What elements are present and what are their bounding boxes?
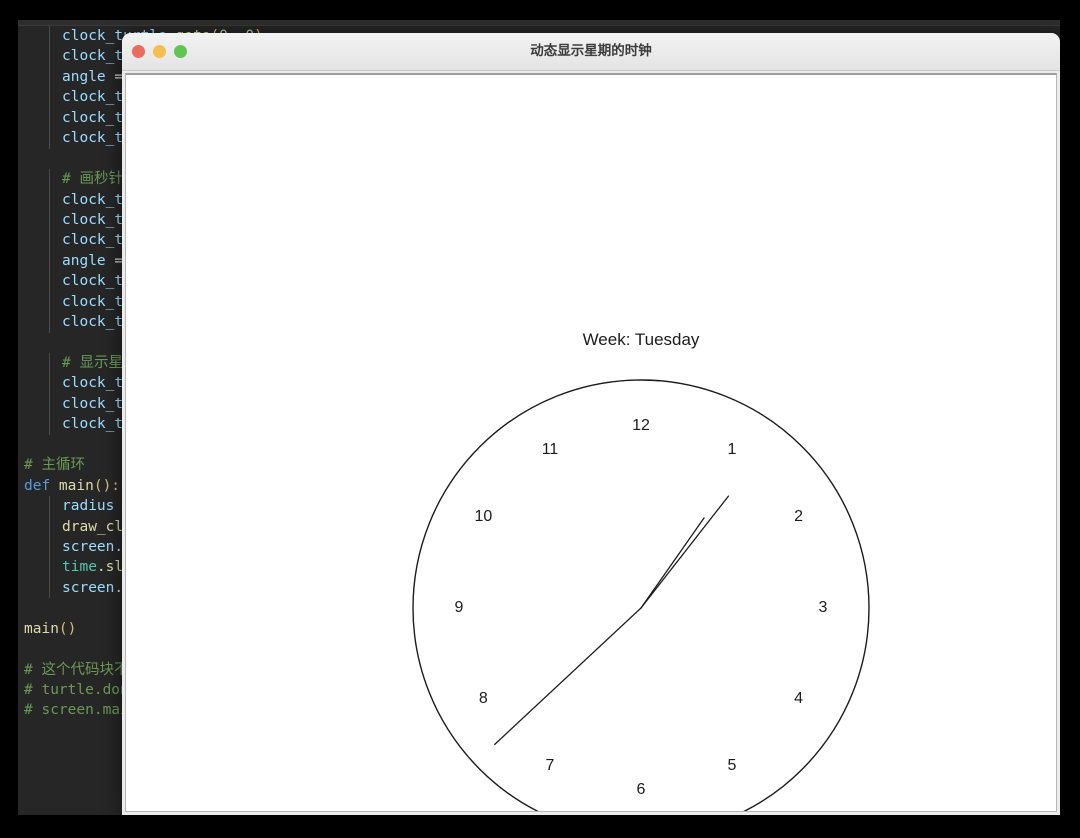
- clock-numeral-4: 4: [794, 690, 804, 707]
- code-token: # 画秒针: [62, 171, 123, 188]
- clock-numeral-6: 6: [636, 781, 646, 798]
- indent-guide: [49, 353, 50, 374]
- code-token: angle: [62, 252, 115, 269]
- indent-guide: [49, 209, 50, 231]
- indent-guide: [49, 87, 50, 108]
- clock-numeral-8: 8: [478, 690, 488, 707]
- clock-numeral-12: 12: [632, 417, 650, 434]
- minute-hand: [640, 495, 730, 609]
- clock-numeral-9: 9: [454, 599, 464, 616]
- clock-dial-circle: [412, 379, 870, 811]
- indent-guide: [49, 26, 50, 47]
- code-token: main: [58, 477, 94, 494]
- indent-guide: [49, 66, 50, 88]
- indent-guide: [49, 271, 50, 292]
- code-token: def: [24, 477, 59, 494]
- clock-numeral-7: 7: [545, 756, 555, 774]
- indent-guide: [49, 291, 50, 313]
- indent-guide: [49, 312, 50, 333]
- clock-group: [412, 379, 870, 811]
- clock-numeral-10: 10: [474, 508, 493, 525]
- code-token: screen: [62, 579, 115, 596]
- window-title: 动态显示星期的时钟: [530, 43, 652, 59]
- clock-numeral-11: 11: [541, 441, 559, 459]
- indent-guide: [49, 128, 50, 149]
- desktop-screen: clock_turtle.goto(0, 0)clock_turtle.seth…: [0, 0, 1080, 838]
- indent-guide: [49, 169, 50, 190]
- indent-guide: [49, 516, 50, 537]
- week-label: Week: Tuesday: [582, 330, 700, 349]
- indent-guide: [49, 577, 50, 599]
- indent-guide: [49, 496, 50, 517]
- window-titlebar[interactable]: 动态显示星期的时钟: [122, 33, 1060, 71]
- code-token: main: [24, 620, 59, 637]
- hour-hand: [640, 517, 705, 609]
- indent-guide: [49, 393, 50, 415]
- indent-guide: [49, 189, 50, 210]
- clock-numeral-3: 3: [818, 599, 828, 616]
- turtle-canvas-frame: Week: Tuesday 12 1 2 3 4 5 6 7 8 9 10 11: [125, 73, 1057, 812]
- clock-numeral-2: 2: [794, 508, 804, 525]
- clock-numeral-5: 5: [727, 756, 737, 774]
- indent-guide: [49, 250, 50, 272]
- code-token: ():: [93, 477, 121, 494]
- clock-numeral-1: 1: [727, 441, 737, 459]
- indent-guide: [49, 414, 50, 435]
- second-hand: [494, 607, 642, 746]
- code-token: time: [62, 559, 97, 576]
- indent-guide: [49, 107, 50, 129]
- indent-guide: [49, 46, 50, 67]
- indent-guide: [49, 373, 50, 394]
- indent-guide: [49, 557, 50, 578]
- code-token: angle: [62, 68, 115, 85]
- code-token: (): [58, 620, 77, 637]
- indent-guide: [49, 230, 50, 251]
- code-token: # 主循环: [24, 457, 85, 474]
- indent-guide: [49, 536, 50, 558]
- code-token: radius: [62, 498, 124, 515]
- code-token: .: [96, 559, 106, 576]
- code-token: screen: [62, 538, 115, 555]
- turtle-graphics-window[interactable]: 动态显示星期的时钟 Week: Tuesday 12 1 2 3 4 5 6 7 8 9 10 11: [122, 33, 1060, 815]
- clock-drawing: [412, 379, 870, 811]
